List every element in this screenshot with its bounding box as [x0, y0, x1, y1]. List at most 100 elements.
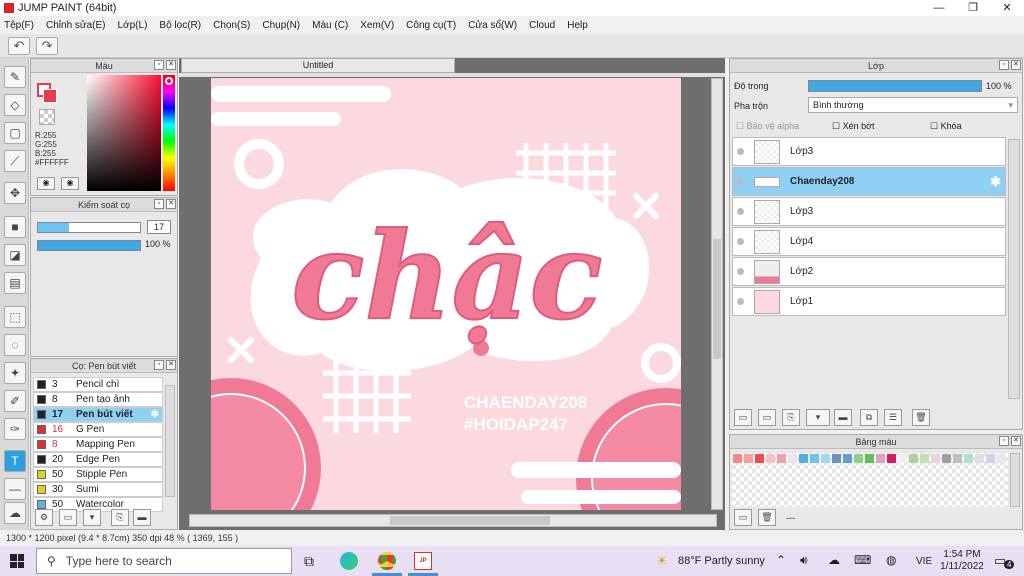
color-swatch[interactable] [920, 454, 929, 463]
lock-checkbox[interactable]: ☐ Khóa [930, 121, 962, 132]
color-picker-square[interactable] [87, 75, 161, 191]
layer-settings-icon[interactable]: ✱ [990, 174, 1001, 190]
brush-size-input[interactable]: 17 [147, 220, 171, 234]
delete-swatch-icon[interactable]: 🗑 [758, 509, 776, 526]
task-view-icon[interactable]: ⧉ [304, 553, 314, 570]
background-color-swatch[interactable] [43, 89, 57, 103]
canvas-tab[interactable]: Untitled [181, 58, 455, 73]
brush-list-item[interactable]: 50 Stipple Pen [33, 467, 163, 482]
layer-row[interactable]: Lớp2 [732, 257, 1006, 286]
eraser-tool-icon[interactable]: ◇ [4, 94, 26, 116]
float-icon[interactable]: ▫ [154, 199, 164, 209]
layer-opacity-slider[interactable] [808, 80, 982, 92]
color-swatch[interactable] [766, 454, 775, 463]
hue-slider[interactable] [163, 75, 175, 191]
close-panel-icon[interactable]: ✕ [1011, 60, 1021, 70]
layer-properties-icon[interactable]: ☰ [884, 409, 902, 426]
cloud-tool-icon[interactable]: ☁ [4, 502, 26, 524]
color-swatch[interactable] [909, 454, 918, 463]
keyboard-icon[interactable]: ⌨ [854, 553, 871, 567]
copy-brush-icon[interactable]: ⎘ [111, 509, 129, 526]
jump-paint-taskbar-icon[interactable]: JP [414, 552, 432, 570]
clip-checkbox[interactable]: ☐ Xén bớt [832, 121, 875, 132]
minimize-button[interactable]: — [922, 0, 956, 16]
select-tool-icon[interactable]: ⬚ [4, 306, 26, 328]
visibility-icon[interactable] [737, 208, 744, 215]
color-swatch[interactable] [964, 454, 973, 463]
color-swatch[interactable] [986, 454, 995, 463]
redo-button[interactable]: ↷ [36, 37, 58, 55]
color-swatch[interactable] [865, 454, 874, 463]
chevron-up-icon[interactable]: ⌃ [776, 553, 786, 567]
undo-button[interactable]: ↶ [8, 37, 30, 55]
close-panel-icon[interactable]: ✕ [166, 199, 176, 209]
layer-row[interactable]: Lớp1 [732, 287, 1006, 316]
visibility-icon[interactable] [737, 148, 744, 155]
menu-cloud[interactable]: Cloud [529, 20, 555, 31]
color-swatch[interactable] [843, 454, 852, 463]
weather-text[interactable]: 88°F Partly sunny [678, 555, 765, 567]
visibility-icon[interactable] [737, 298, 744, 305]
blend-mode-select[interactable]: Bình thường ▾ [808, 97, 1018, 113]
layer-row[interactable]: Lớp4 [732, 227, 1006, 256]
visibility-icon[interactable] [737, 178, 744, 185]
visibility-icon[interactable] [737, 238, 744, 245]
edge-browser-icon[interactable] [340, 552, 358, 570]
menu-help[interactable]: Help [567, 20, 588, 31]
color-swatch[interactable] [799, 454, 808, 463]
menu-select[interactable]: Chọn(S) [213, 20, 250, 31]
menu-file[interactable]: Tệp(F) [4, 20, 34, 31]
brush-settings-icon[interactable]: ⚙ [35, 509, 53, 526]
start-icon[interactable] [10, 554, 24, 568]
brush-list-item[interactable]: 16 G Pen [33, 422, 163, 437]
layer-row[interactable]: Lớp3 [732, 197, 1006, 226]
new-layer-folder-icon[interactable]: ▭ [758, 409, 776, 426]
select-pen-tool-icon[interactable]: ✐ [4, 390, 26, 412]
menu-view[interactable]: Xem(V) [360, 20, 394, 31]
menu-filter[interactable]: Bộ lọc(R) [159, 20, 201, 31]
new-layer-icon[interactable]: ▭ [734, 409, 752, 426]
new-brush-icon[interactable]: ▭ [59, 509, 77, 526]
color-swatch[interactable] [997, 454, 1006, 463]
bucket-tool-icon[interactable]: ◪ [4, 244, 26, 266]
gradient-tool-icon[interactable]: ▤ [4, 272, 26, 294]
select-eraser-tool-icon[interactable]: ✑ [4, 418, 26, 440]
color-swatch[interactable] [898, 454, 907, 463]
hue-handle[interactable] [165, 77, 173, 85]
delete-layer-icon[interactable]: 🗑 [912, 409, 930, 426]
line-tool-icon[interactable]: — [4, 478, 26, 500]
text-tool-icon[interactable]: T [4, 450, 26, 472]
float-icon[interactable]: ▫ [999, 436, 1009, 446]
horizontal-scrollbar[interactable] [189, 514, 717, 527]
network-icon[interactable]: ◍ [886, 553, 896, 567]
float-icon[interactable]: ▫ [999, 60, 1009, 70]
taskbar-search-box[interactable]: ⚲ Type here to search [36, 548, 292, 574]
pipette-tool-icon[interactable]: ⟋ [4, 150, 26, 172]
magic-wand-tool-icon[interactable]: ✦ [4, 362, 26, 384]
merge-layer-icon[interactable]: ⧉ [860, 409, 878, 426]
close-panel-icon[interactable]: ✕ [166, 360, 176, 370]
artwork-canvas[interactable]: chậc CHAENDAY208 #HOIDAP247 [211, 78, 681, 510]
color-swatch[interactable] [931, 454, 940, 463]
menu-capture[interactable]: Chụp(N) [262, 20, 300, 31]
brush-list-item[interactable]: 30 Sumi [33, 482, 163, 497]
brush-menu-icon[interactable]: ▾ [83, 509, 101, 526]
color-swatch[interactable] [832, 454, 841, 463]
brush-list-item[interactable]: 8 Mapping Pen [33, 437, 163, 452]
language-indicator[interactable]: VIE [916, 556, 932, 567]
color-swatch[interactable] [744, 454, 753, 463]
close-panel-icon[interactable]: ✕ [1011, 436, 1021, 446]
brush-list-item[interactable]: 17 Pen bút viết ✱ [33, 407, 163, 422]
layer-list-scrollbar[interactable] [1008, 139, 1020, 399]
color-swatch[interactable] [942, 454, 951, 463]
visibility-icon[interactable] [737, 268, 744, 275]
color-swatch[interactable] [975, 454, 984, 463]
clock[interactable]: 1:54 PM 1/11/2022 [940, 549, 984, 573]
swatch-scrollbar[interactable] [1010, 453, 1020, 507]
brush-size-slider[interactable] [37, 222, 141, 233]
maximize-button[interactable]: ❐ [956, 0, 990, 16]
chrome-browser-icon[interactable] [378, 552, 396, 570]
vertical-scrollbar[interactable] [711, 78, 723, 510]
color-swatch[interactable] [876, 454, 885, 463]
brush-list-item[interactable]: 20 Edge Pen [33, 452, 163, 467]
